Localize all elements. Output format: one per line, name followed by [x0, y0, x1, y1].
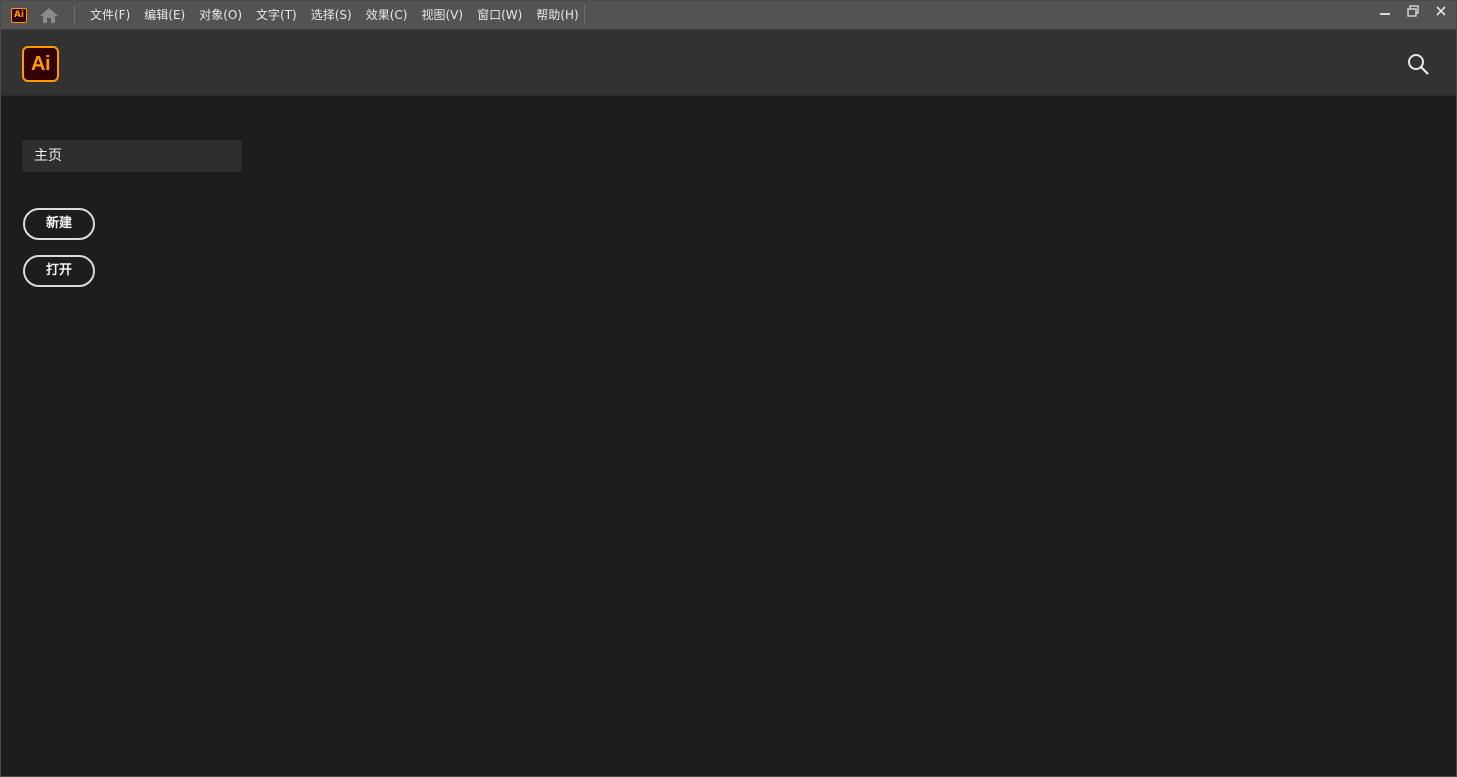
menu-object[interactable]: 对象(O) [192, 1, 249, 30]
menu-view[interactable]: 视图(V) [414, 1, 470, 30]
menu-type[interactable]: 文字(T) [249, 1, 304, 30]
app-header: Ai [1, 30, 1456, 96]
menu-effect[interactable]: 效果(C) [359, 1, 415, 30]
search-icon[interactable] [1406, 52, 1430, 76]
app-window: Ai 文件(F) 编辑(E) 对象(O) 文字(T) 选择(S) 效果(C) 视… [0, 0, 1457, 777]
menu-help[interactable]: 帮助(H) [529, 1, 585, 30]
menu-window[interactable]: 窗口(W) [470, 1, 529, 30]
home-icon[interactable] [39, 7, 59, 24]
app-logo: Ai [22, 46, 59, 82]
menu-file[interactable]: 文件(F) [83, 1, 137, 30]
open-button[interactable]: 打开 [23, 255, 95, 287]
menu-bar: 文件(F) 编辑(E) 对象(O) 文字(T) 选择(S) 效果(C) 视图(V… [83, 1, 586, 30]
menu-edit[interactable]: 编辑(E) [137, 1, 192, 30]
separator [584, 5, 585, 25]
new-button[interactable]: 新建 [23, 208, 95, 240]
sidebar-item-home[interactable]: 主页 [22, 140, 242, 172]
app-icon[interactable]: Ai [11, 8, 27, 23]
close-icon[interactable] [1428, 1, 1454, 21]
restore-icon[interactable] [1400, 1, 1426, 21]
title-menu-bar: Ai 文件(F) 编辑(E) 对象(O) 文字(T) 选择(S) 效果(C) 视… [1, 1, 1456, 30]
separator [74, 5, 75, 25]
minimize-icon[interactable] [1372, 1, 1398, 21]
menu-select[interactable]: 选择(S) [304, 1, 359, 30]
